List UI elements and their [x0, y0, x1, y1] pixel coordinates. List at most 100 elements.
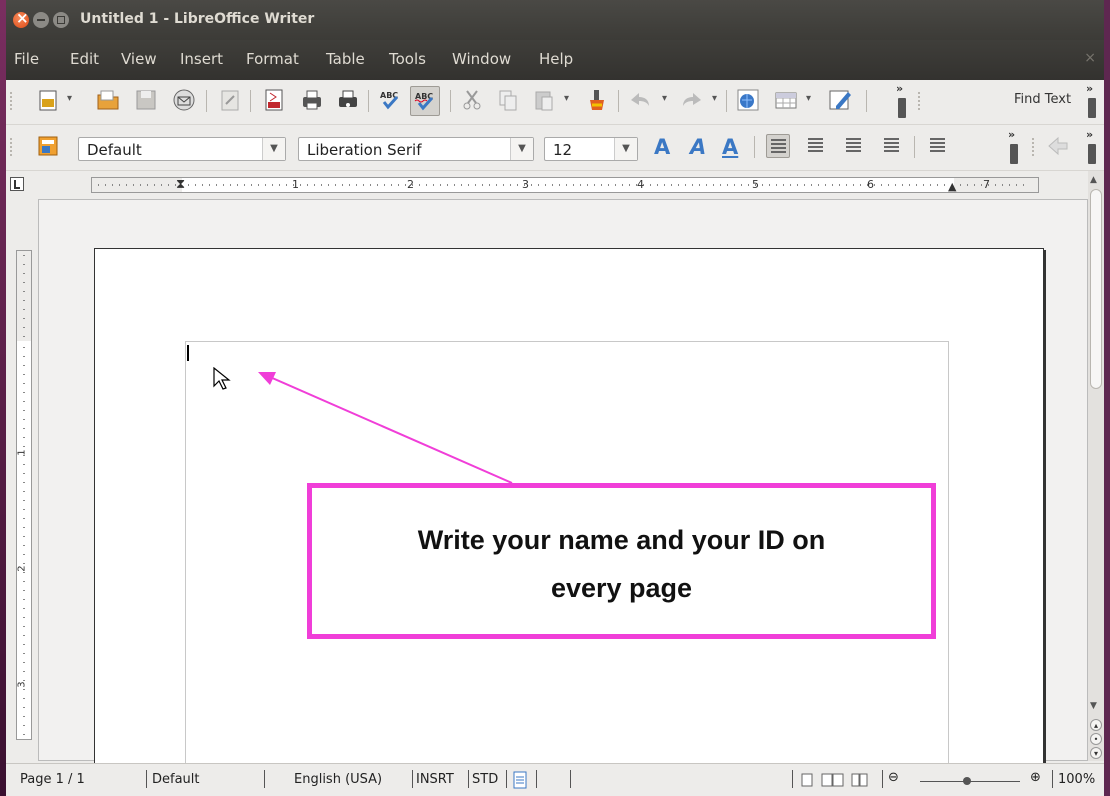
redo-icon[interactable]	[680, 88, 704, 112]
page-indicator[interactable]: Page 1 / 1	[20, 772, 85, 787]
view-layout-icons[interactable]	[800, 772, 870, 788]
print-directly-icon[interactable]	[336, 88, 360, 112]
horizontal-ruler[interactable]: ⧗ 1 2 3 4 5 6 7 ▲	[91, 177, 1039, 193]
toolbar-grip[interactable]	[10, 138, 16, 156]
zoom-level[interactable]: 100%	[1058, 772, 1095, 787]
separator	[450, 90, 451, 112]
menu-table[interactable]: Table	[326, 50, 365, 68]
paragraph-style-combo[interactable]: Default ▼	[78, 137, 286, 161]
indent-marker-icon[interactable]: ⧗	[176, 177, 185, 192]
export-pdf-icon[interactable]	[262, 88, 286, 112]
separator	[1052, 770, 1053, 788]
tab-stop-selector[interactable]	[10, 177, 24, 191]
clone-formatting-icon[interactable]	[584, 88, 608, 112]
menu-help[interactable]: Help	[539, 50, 573, 68]
separator	[882, 770, 883, 788]
autospellcheck-button[interactable]: ABC	[410, 86, 440, 116]
page-style[interactable]: Default	[152, 772, 200, 787]
right-indent-marker-icon[interactable]: ▲	[948, 180, 956, 193]
vertical-scrollbar[interactable]: ▲ ▼ ▴ • ▾	[1088, 171, 1104, 761]
previous-page-icon[interactable]: ▴	[1090, 719, 1102, 731]
zoom-slider-knob[interactable]	[963, 777, 971, 785]
spellcheck-icon[interactable]: ABC	[378, 88, 402, 112]
justify-button[interactable]	[880, 134, 904, 158]
redo-dropdown-icon[interactable]: ▾	[712, 93, 717, 104]
more-formatting-options-icon[interactable]: »	[1008, 128, 1020, 166]
bold-button[interactable]: A	[654, 135, 670, 159]
email-document-icon[interactable]	[172, 88, 196, 112]
menu-insert[interactable]: Insert	[180, 50, 223, 68]
menu-format[interactable]: Format	[246, 50, 299, 68]
print-icon[interactable]	[300, 88, 324, 112]
table-dropdown-icon[interactable]: ▾	[806, 93, 811, 104]
undo-dropdown-icon[interactable]: ▾	[662, 93, 667, 104]
underline-button[interactable]: A	[722, 135, 738, 159]
zoom-out-icon[interactable]: ⊖	[888, 770, 899, 785]
menu-view[interactable]: View	[121, 50, 157, 68]
mouse-pointer-icon	[213, 367, 231, 390]
toolbar-grip[interactable]	[10, 92, 16, 110]
styles-and-formatting-icon[interactable]	[36, 134, 60, 158]
hyperlink-icon[interactable]	[736, 88, 760, 112]
navigator-icon[interactable]: •	[1090, 733, 1102, 745]
align-right-button[interactable]	[842, 134, 866, 158]
align-left-button[interactable]	[766, 134, 790, 158]
scroll-up-icon[interactable]: ▲	[1090, 175, 1097, 185]
vertical-ruler[interactable]: 1 2 3	[16, 250, 32, 740]
table-icon[interactable]	[774, 88, 798, 112]
separator	[792, 770, 793, 788]
zoom-in-icon[interactable]: ⊕	[1030, 770, 1041, 785]
more-find-options-icon[interactable]: »	[1086, 82, 1098, 120]
font-size-combo[interactable]: 12 ▼	[544, 137, 638, 161]
document-modified-icon[interactable]	[512, 771, 528, 789]
scroll-thumb[interactable]	[1090, 189, 1102, 389]
more-options-icon[interactable]: »	[1086, 128, 1098, 166]
chevron-down-icon[interactable]: ▼	[510, 138, 533, 160]
chevron-down-icon[interactable]: ▼	[262, 138, 285, 160]
more-toolbar-options-icon[interactable]: »	[896, 82, 908, 120]
annotation-line-2: every page	[550, 573, 693, 603]
close-document-icon[interactable]: ×	[1084, 50, 1096, 66]
ruler-label: 1	[16, 449, 28, 456]
menu-file[interactable]: File	[14, 50, 39, 68]
edit-file-icon[interactable]	[218, 88, 242, 112]
paste-dropdown-icon[interactable]: ▾	[564, 93, 569, 104]
paste-icon[interactable]	[532, 88, 556, 112]
toolbar-grip[interactable]	[1032, 138, 1038, 156]
new-dropdown-icon[interactable]: ▾	[67, 93, 72, 104]
cut-icon[interactable]	[460, 88, 484, 112]
font-name-combo[interactable]: Liberation Serif ▼	[298, 137, 534, 161]
minimize-window-button[interactable]	[33, 12, 49, 28]
selection-mode[interactable]: STD	[472, 772, 498, 787]
open-folder-icon[interactable]	[96, 88, 120, 112]
insert-mode[interactable]: INSRT	[416, 772, 454, 787]
menu-edit[interactable]: Edit	[70, 50, 99, 68]
status-bar: Page 1 / 1 Default English (USA) INSRT S…	[6, 763, 1104, 796]
title-bar[interactable]: Untitled 1 - LibreOffice Writer	[6, 0, 1104, 40]
find-text-label[interactable]: Find Text	[1014, 92, 1071, 107]
menu-tools[interactable]: Tools	[389, 50, 426, 68]
language-indicator[interactable]: English (USA)	[294, 772, 382, 787]
document-view[interactable]	[38, 199, 1088, 771]
copy-icon[interactable]	[496, 88, 520, 112]
italic-button[interactable]: A	[690, 135, 706, 159]
separator	[206, 90, 207, 112]
standard-toolbar: ▾ ABC ABC ▾ ▾ ▾ ▾ » Find Text »	[6, 80, 1104, 125]
ruler-label: 3	[16, 681, 28, 688]
close-window-button[interactable]	[13, 9, 29, 28]
justify-icon	[884, 138, 899, 153]
align-left-icon	[771, 139, 786, 154]
new-document-icon[interactable]	[36, 88, 60, 112]
next-page-icon[interactable]: ▾	[1090, 747, 1102, 759]
align-center-button[interactable]	[804, 134, 828, 158]
toolbar-grip[interactable]	[918, 92, 924, 110]
undo-icon[interactable]	[628, 88, 652, 112]
chevron-down-icon[interactable]: ▼	[614, 138, 637, 160]
save-icon[interactable]	[134, 88, 158, 112]
scroll-down-icon[interactable]: ▼	[1090, 701, 1097, 711]
show-draw-functions-icon[interactable]	[828, 88, 852, 112]
numbering-button[interactable]	[926, 134, 950, 158]
maximize-window-button[interactable]	[53, 12, 69, 28]
back-arrow-icon[interactable]	[1046, 134, 1070, 158]
menu-window[interactable]: Window	[452, 50, 511, 68]
